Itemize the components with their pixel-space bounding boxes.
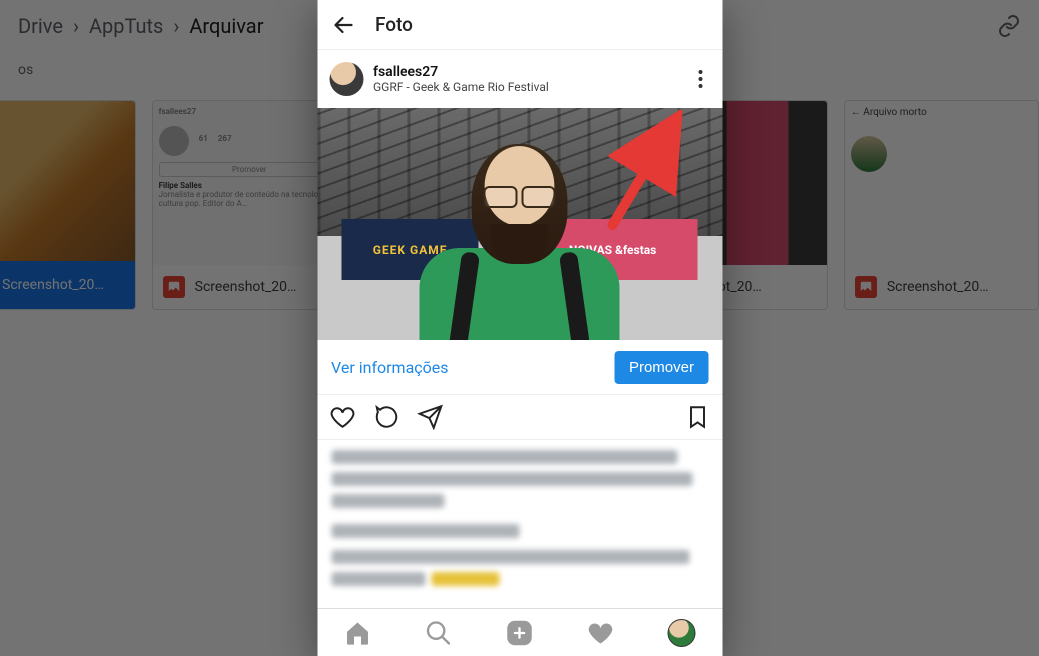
send-icon[interactable] [417, 404, 443, 430]
post-caption-area [317, 440, 722, 608]
nav-search-icon[interactable] [425, 619, 453, 647]
user-avatar[interactable] [329, 62, 363, 96]
nav-add-icon[interactable] [506, 619, 534, 647]
heart-icon[interactable] [329, 404, 355, 430]
view-insights-link[interactable]: Ver informações [331, 358, 449, 377]
post-options-icon[interactable] [690, 65, 710, 93]
viewer-header: Foto [317, 0, 722, 50]
post-action-bar [317, 394, 722, 440]
nav-profile-icon[interactable] [668, 619, 696, 647]
bookmark-icon[interactable] [684, 404, 710, 430]
instagram-photo-viewer: Foto fsallees27 GGRF - Geek & Game Rio F… [317, 0, 722, 656]
viewer-title: Foto [375, 13, 413, 36]
post-location[interactable]: GGRF - Geek & Game Rio Festival [373, 80, 549, 94]
post-header: fsallees27 GGRF - Geek & Game Rio Festiv… [317, 50, 722, 108]
back-arrow-icon[interactable] [331, 13, 355, 37]
comment-icon[interactable] [373, 404, 399, 430]
insights-row: Ver informações Promover [317, 340, 722, 394]
nav-home-icon[interactable] [344, 619, 372, 647]
instagram-bottom-nav [317, 608, 722, 656]
promote-button[interactable]: Promover [615, 351, 708, 384]
nav-activity-icon[interactable] [587, 619, 615, 647]
post-image[interactable]: GEEK GAME NOIVAS &festas [317, 108, 722, 340]
post-username[interactable]: fsallees27 [373, 64, 549, 80]
